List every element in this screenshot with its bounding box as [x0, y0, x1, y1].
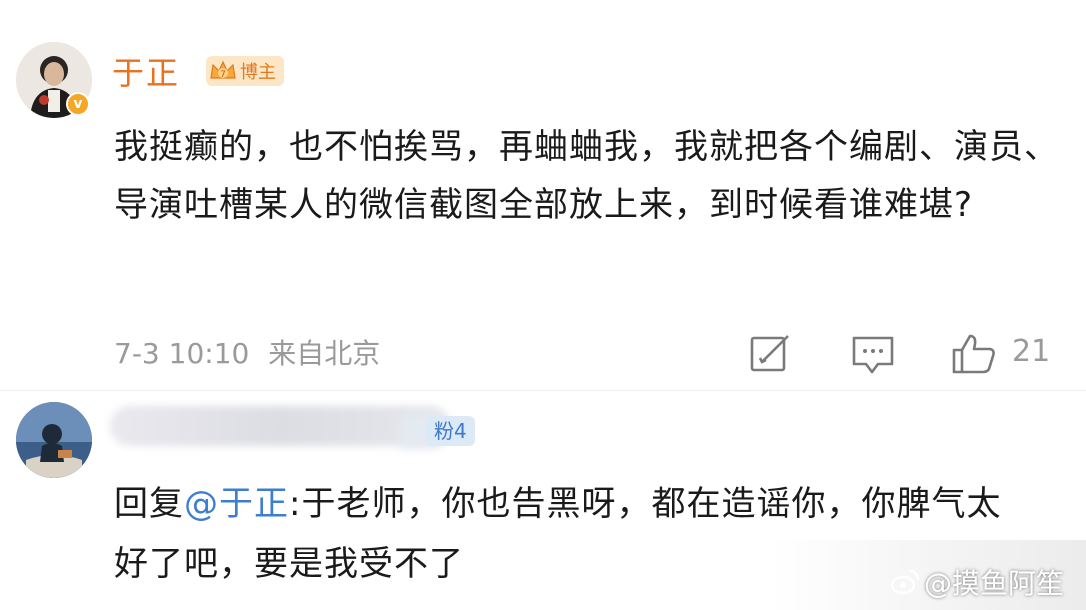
- reply-prefix: 回复: [114, 484, 184, 524]
- replier-name-blurred: [110, 406, 450, 446]
- post-location: 来自北京: [268, 337, 381, 370]
- reply-mention-link[interactable]: @于正: [184, 484, 289, 524]
- post-meta: 7-3 10:10 来自北京: [114, 332, 380, 372]
- post-text: 我挺癫的，也不怕挨骂，再蛐蛐我，我就把各个编剧、演员、导演吐槽某人的微信截图全部…: [114, 127, 1059, 225]
- comment-icon[interactable]: [850, 332, 896, 376]
- author-name[interactable]: 于正: [112, 48, 180, 94]
- fan-badge: 粉4: [426, 416, 475, 446]
- watermark: @摸鱼阿笙: [890, 562, 1064, 602]
- divider: [0, 390, 1086, 391]
- repost-icon[interactable]: [748, 332, 792, 376]
- weibo-logo-icon: [890, 569, 920, 595]
- verified-badge-icon: v: [66, 92, 90, 116]
- like-count: 21: [1012, 334, 1051, 369]
- crown-icon: 7: [210, 60, 236, 80]
- post-timestamp: 7-3 10:10: [114, 337, 250, 370]
- blogger-badge-label: 博主: [240, 62, 276, 83]
- svg-text:7: 7: [220, 70, 226, 80]
- blogger-badge: 7 博主: [206, 56, 284, 86]
- watermark-text: @摸鱼阿笙: [924, 567, 1065, 600]
- like-icon[interactable]: [950, 332, 998, 376]
- replier-avatar[interactable]: [16, 402, 92, 478]
